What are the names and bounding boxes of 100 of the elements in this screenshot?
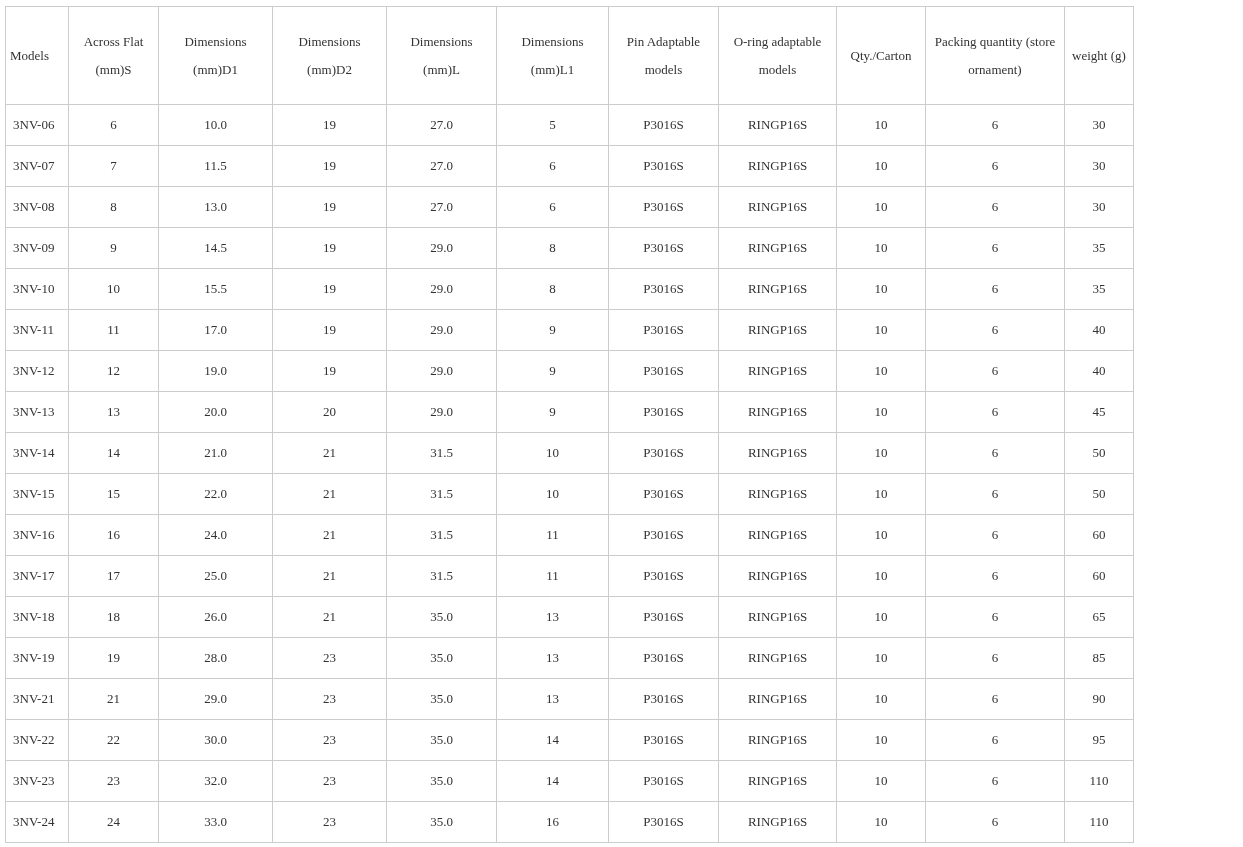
table-cell: 23: [272, 637, 387, 679]
table-cell: 21: [68, 678, 159, 720]
table-cell: 10: [836, 268, 926, 310]
table-cell: 6: [925, 432, 1065, 474]
table-cell: 10: [496, 473, 609, 515]
table-cell: 27.0: [386, 104, 497, 146]
table-cell: 3NV-16: [5, 514, 69, 556]
column-header: weight (g): [1064, 6, 1134, 105]
table-cell: RINGP16S: [718, 186, 837, 228]
table-cell: 3NV-06: [5, 104, 69, 146]
table-cell: 19.0: [158, 350, 273, 392]
table-cell: 19: [272, 186, 387, 228]
table-cell: RINGP16S: [718, 678, 837, 720]
table-cell: 8: [496, 268, 609, 310]
table-cell: 15: [68, 473, 159, 515]
table-cell: 21.0: [158, 432, 273, 474]
table-cell: 21: [272, 514, 387, 556]
table-cell: 19: [272, 227, 387, 269]
table-cell: 110: [1064, 801, 1134, 843]
table-cell: RINGP16S: [718, 104, 837, 146]
table-cell: 10: [836, 350, 926, 392]
table-cell: RINGP16S: [718, 391, 837, 433]
column-header: Pin Adaptable models: [608, 6, 719, 105]
table-cell: 15.5: [158, 268, 273, 310]
table-cell: 21: [272, 473, 387, 515]
table-cell: 11: [68, 309, 159, 351]
table-cell: 6: [925, 104, 1065, 146]
table-cell: 9: [68, 227, 159, 269]
table-cell: 3NV-07: [5, 145, 69, 187]
table-cell: RINGP16S: [718, 596, 837, 638]
table-cell: 19: [68, 637, 159, 679]
table-cell: 20.0: [158, 391, 273, 433]
table-cell: 14.5: [158, 227, 273, 269]
table-cell: 18: [68, 596, 159, 638]
table-cell: 33.0: [158, 801, 273, 843]
table-cell: 3NV-19: [5, 637, 69, 679]
table-cell: 32.0: [158, 760, 273, 802]
table-cell: 3NV-14: [5, 432, 69, 474]
table-cell: P3016S: [608, 145, 719, 187]
table-cell: 10: [836, 145, 926, 187]
table-cell: 19: [272, 145, 387, 187]
table-cell: 11: [496, 555, 609, 597]
table-cell: P3016S: [608, 473, 719, 515]
table-cell: 10: [836, 432, 926, 474]
table-cell: 10: [836, 104, 926, 146]
table-cell: 17.0: [158, 309, 273, 351]
table-cell: 10: [836, 186, 926, 228]
table-cell: RINGP16S: [718, 760, 837, 802]
table-cell: 3NV-11: [5, 309, 69, 351]
table-cell: 3NV-22: [5, 719, 69, 761]
table-cell: 6: [925, 555, 1065, 597]
table-cell: 3NV-09: [5, 227, 69, 269]
table-cell: 6: [68, 104, 159, 146]
table-cell: 28.0: [158, 637, 273, 679]
table-cell: 3NV-17: [5, 555, 69, 597]
table-cell: 10: [836, 801, 926, 843]
table-cell: 23: [272, 760, 387, 802]
table-cell: RINGP16S: [718, 145, 837, 187]
table-cell: 3NV-08: [5, 186, 69, 228]
table-cell: P3016S: [608, 678, 719, 720]
table-cell: 45: [1064, 391, 1134, 433]
table-cell: 9: [496, 309, 609, 351]
table-cell: 24: [68, 801, 159, 843]
table-cell: 30.0: [158, 719, 273, 761]
table-cell: P3016S: [608, 309, 719, 351]
table-cell: 29.0: [386, 268, 497, 310]
table-cell: 6: [925, 350, 1065, 392]
table-cell: P3016S: [608, 104, 719, 146]
table-cell: 10: [836, 555, 926, 597]
table-cell: 20: [272, 391, 387, 433]
table-cell: 3NV-12: [5, 350, 69, 392]
table-cell: 7: [68, 145, 159, 187]
table-cell: 31.5: [386, 432, 497, 474]
table-cell: 13: [496, 637, 609, 679]
table-cell: 27.0: [386, 145, 497, 187]
table-cell: 6: [925, 637, 1065, 679]
table-cell: P3016S: [608, 760, 719, 802]
table-cell: 3NV-23: [5, 760, 69, 802]
table-cell: 19: [272, 104, 387, 146]
table-cell: P3016S: [608, 555, 719, 597]
table-cell: 19: [272, 309, 387, 351]
table-cell: 6: [496, 186, 609, 228]
table-cell: 6: [925, 719, 1065, 761]
table-cell: 6: [925, 801, 1065, 843]
column-header: Packing quantity (store ornament): [925, 6, 1065, 105]
table-cell: 29.0: [158, 678, 273, 720]
table-cell: P3016S: [608, 514, 719, 556]
table-cell: 6: [496, 145, 609, 187]
table-cell: 10: [68, 268, 159, 310]
table-cell: P3016S: [608, 637, 719, 679]
table-cell: 31.5: [386, 514, 497, 556]
table-cell: 3NV-15: [5, 473, 69, 515]
table-cell: RINGP16S: [718, 227, 837, 269]
table-cell: 10: [496, 432, 609, 474]
column-header: Qty./Carton: [836, 6, 926, 105]
table-cell: 31.5: [386, 555, 497, 597]
table-cell: 9: [496, 350, 609, 392]
table-cell: 40: [1064, 309, 1134, 351]
table-cell: RINGP16S: [718, 268, 837, 310]
table-cell: 19: [272, 350, 387, 392]
